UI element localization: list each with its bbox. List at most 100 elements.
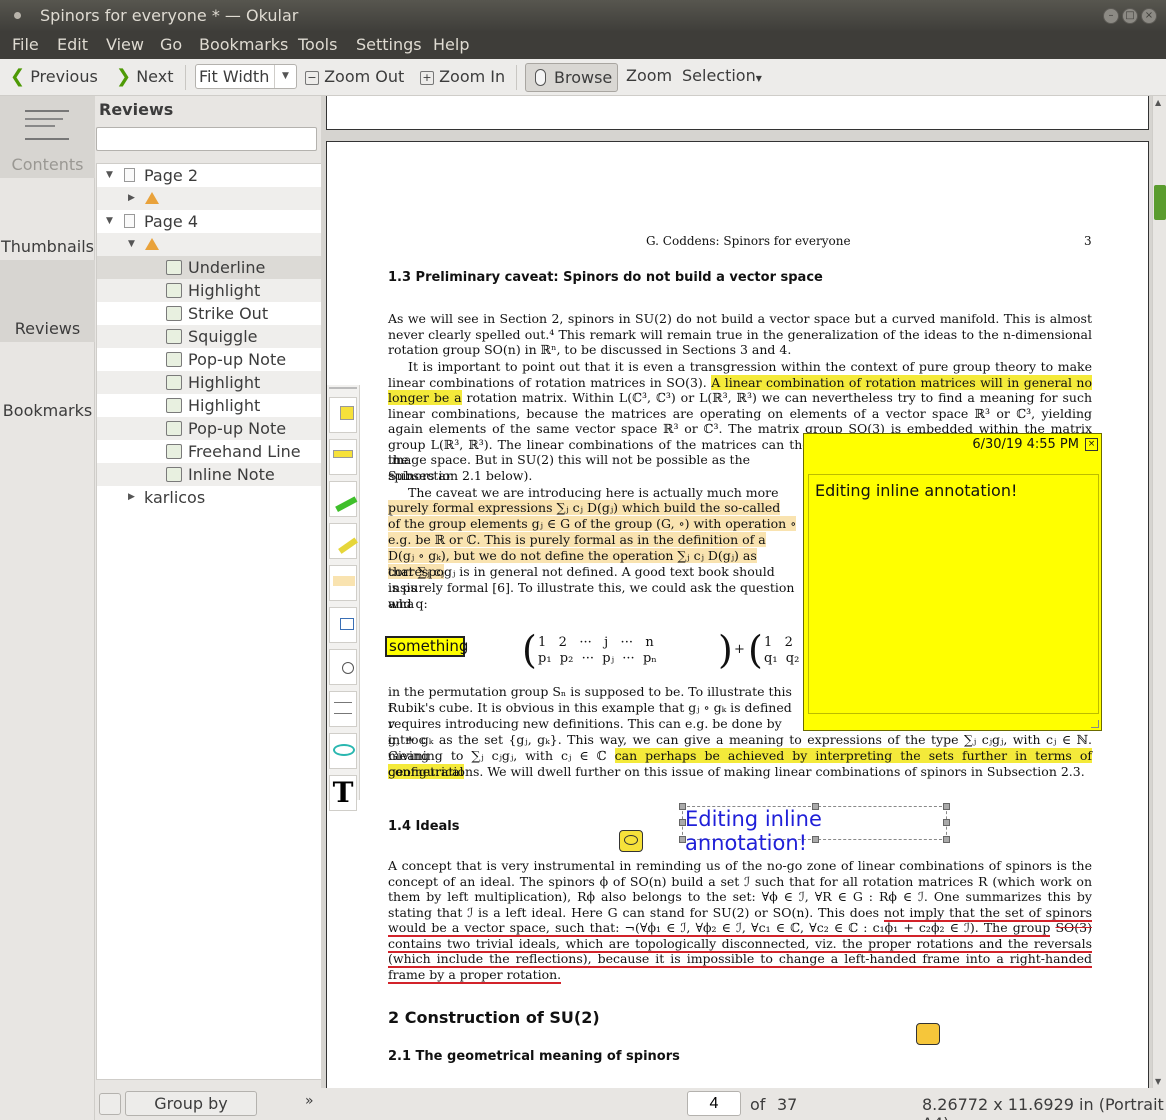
next-button[interactable]: ❯ Next	[116, 65, 173, 91]
page-filter-icon[interactable]	[99, 1093, 121, 1115]
previous-button[interactable]: ❮ Previous	[10, 65, 98, 91]
resize-handle[interactable]	[943, 836, 950, 843]
text-t-icon: T	[332, 776, 354, 809]
typewriter-tool[interactable]: T	[329, 775, 357, 811]
resize-handle[interactable]	[679, 819, 686, 826]
minimize-icon[interactable]: –	[1103, 8, 1119, 24]
menu-tools[interactable]: Tools	[298, 35, 337, 54]
matrix-row: 1 2 ··· j ··· n	[538, 635, 654, 650]
comment-note-icon[interactable]	[619, 830, 643, 852]
menu-view[interactable]: View	[106, 35, 144, 54]
close-icon[interactable]: ×	[1141, 8, 1157, 24]
expand-down-icon[interactable]: ▼	[128, 233, 135, 256]
menu-edit[interactable]: Edit	[57, 35, 88, 54]
of-label: of	[750, 1095, 766, 1114]
title-bar: Spinors for everyone * — Okular – □ ×	[0, 0, 1166, 31]
strike-out-annotation[interactable]: SO(3)	[1055, 920, 1092, 935]
annotation-icon	[166, 306, 182, 321]
green-ink-tool[interactable]	[328, 481, 358, 517]
contents-icon	[25, 110, 69, 140]
group-by-author-button[interactable]: Group by Author	[125, 1091, 257, 1120]
paragraph: A concept that is very instrumental in r…	[388, 858, 1092, 984]
zoom-out-button[interactable]: − Zoom Out	[305, 65, 404, 91]
popup-note-window[interactable]: 6/30/19 4:55 PM × Editing inline annotat…	[803, 433, 1102, 731]
maximize-icon[interactable]: □	[1122, 8, 1138, 24]
menu-bookmarks[interactable]: Bookmarks	[199, 35, 288, 54]
tree-label: Pop-up Note	[188, 419, 287, 438]
stamp-tool[interactable]	[329, 607, 357, 643]
underline-annotation[interactable]: contains two trivial ideals, which are t…	[388, 935, 1092, 984]
magnifier-icon	[342, 662, 354, 674]
browse-tool-button[interactable]: Browse	[525, 63, 618, 92]
reviews-search-input[interactable]	[96, 127, 317, 151]
expand-down-icon[interactable]: ▼	[106, 210, 113, 233]
yellow-highlighter-tool[interactable]	[329, 523, 358, 559]
typewriter-annotation[interactable]: something	[385, 636, 468, 657]
resize-handle[interactable]	[943, 803, 950, 810]
inline-note-editor[interactable]: Editing inline annotation!	[682, 806, 947, 855]
toolbar-separator	[516, 65, 517, 90]
menu-file[interactable]: File	[12, 35, 39, 54]
tab-contents-label: Contents	[11, 155, 84, 174]
tab-reviews[interactable]: Reviews	[0, 260, 95, 342]
resize-grip-icon[interactable]	[1091, 720, 1099, 728]
tab-bookmarks[interactable]: Bookmarks	[0, 342, 95, 424]
mouse-icon	[535, 69, 546, 86]
chevron-down-icon: ▼	[755, 74, 762, 83]
zoom-in-button[interactable]: + Zoom In	[420, 65, 505, 91]
warning-icon	[145, 192, 159, 204]
menu-settings[interactable]: Settings	[356, 35, 422, 54]
resize-handle[interactable]	[812, 803, 819, 810]
close-icon[interactable]: ×	[1085, 438, 1098, 451]
selection-tool-button[interactable]: Selection▼	[682, 64, 762, 90]
tab-contents[interactable]: Contents	[0, 96, 95, 178]
expand-down-icon[interactable]: ▼	[106, 164, 113, 187]
app-menu-icon[interactable]	[14, 12, 21, 19]
chevron-down-icon[interactable]: ▼	[274, 65, 296, 88]
paragraph-line: and q:	[388, 596, 428, 611]
previous-label: Previous	[30, 67, 98, 86]
matrix-row: p₁ p₂ ··· pⱼ ··· pₙ	[538, 651, 657, 666]
text-lines-tool[interactable]	[329, 691, 357, 727]
scrollbar-thumb[interactable]	[1154, 185, 1166, 220]
annotation-icon	[166, 398, 182, 413]
reviews-bottom-bar: Group by Author »	[96, 1086, 324, 1120]
more-tools-button[interactable]: »	[305, 1093, 314, 1109]
pop-up-note-tool[interactable]	[329, 397, 357, 433]
menu-go[interactable]: Go	[160, 35, 182, 54]
resize-handle[interactable]	[679, 803, 686, 810]
highlighter-icon	[330, 526, 358, 554]
tree-label: karlicos	[144, 488, 206, 507]
tab-thumbnails[interactable]: Thumbnails	[0, 178, 95, 260]
expand-right-icon[interactable]: ▶	[128, 486, 135, 509]
annotation-icon	[166, 352, 182, 367]
text-lines-icon	[334, 702, 352, 714]
zoom-tool-button[interactable]: Zoom	[626, 64, 672, 90]
comment-note-icon[interactable]	[916, 1023, 940, 1045]
ellipse-tool[interactable]	[329, 733, 357, 769]
expand-right-icon[interactable]: ▶	[128, 187, 135, 210]
zoom-mode-select[interactable]: Fit Width ▼	[195, 64, 297, 89]
annotation-icon	[166, 375, 182, 390]
pen-icon	[328, 484, 358, 512]
underline-tool[interactable]	[329, 649, 357, 685]
inline-note-tool[interactable]	[329, 439, 357, 475]
resize-handle[interactable]	[943, 819, 950, 826]
page-number-input[interactable]	[687, 1091, 741, 1116]
chevron-right-icon: ❯	[116, 66, 132, 87]
resize-handle[interactable]	[679, 836, 686, 843]
resize-handle[interactable]	[812, 836, 819, 843]
page-size: 8.26772 x 11.6929 in (Portrait A4)	[922, 1095, 1164, 1120]
scroll-up-icon[interactable]: ▲	[1155, 98, 1161, 107]
popup-note-text-area[interactable]: Editing inline annotation!	[808, 474, 1099, 714]
annotation-icon	[166, 260, 182, 275]
tree-label: Highlight	[188, 281, 261, 300]
paragraph: As we will see in Section 2, spinors in …	[388, 311, 1092, 357]
tree-label: Page 4	[144, 212, 198, 231]
vertical-scrollbar[interactable]: ▲ ▼	[1152, 96, 1166, 1088]
scroll-down-icon[interactable]: ▼	[1155, 1077, 1161, 1086]
tree-label: Freehand Line	[188, 442, 301, 461]
menu-help[interactable]: Help	[433, 35, 469, 54]
page-number: 3	[1084, 234, 1092, 248]
highlight-tool[interactable]	[329, 565, 357, 601]
